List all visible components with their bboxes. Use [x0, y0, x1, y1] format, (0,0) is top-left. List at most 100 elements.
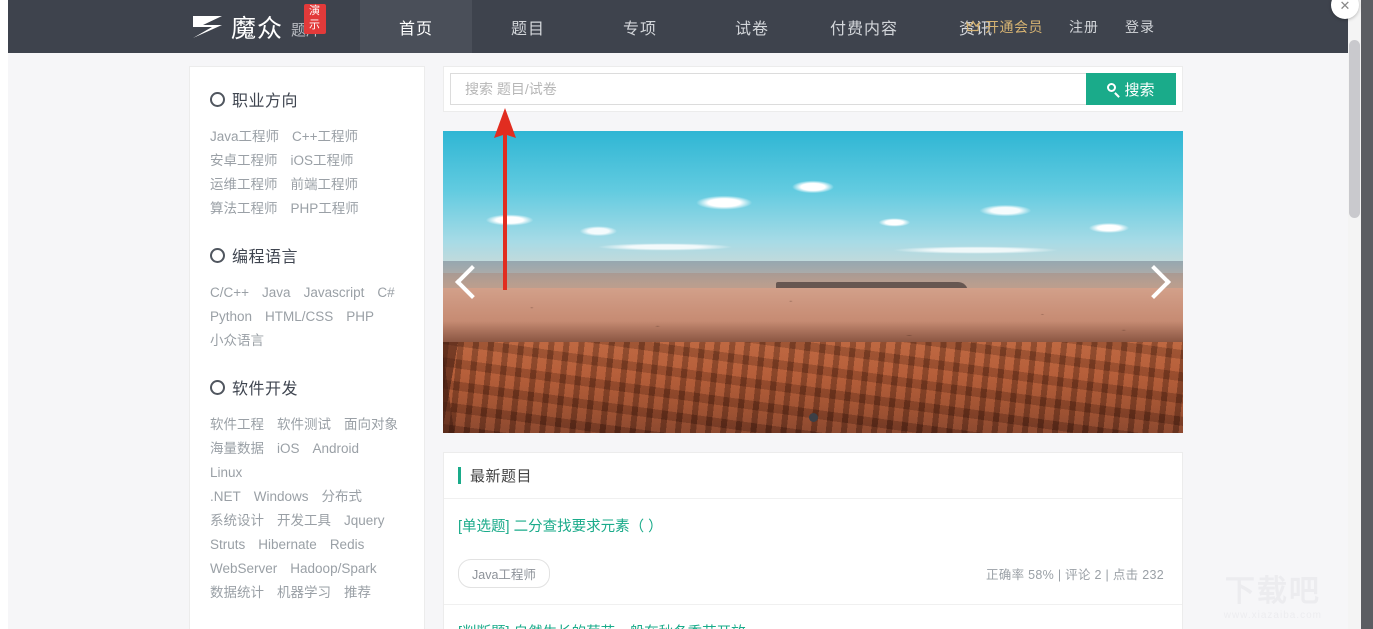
register-link[interactable]: 注册	[1069, 17, 1099, 37]
sidebar-tag[interactable]: Hadoop/Spark	[290, 557, 376, 581]
question-link[interactable]: [判断题] 自然生长的菊花一般在秋冬季节开放。	[458, 623, 1164, 629]
question-type-badge: [单选题]	[458, 519, 510, 535]
nav-item-special[interactable]: 专项	[584, 0, 696, 53]
search-button[interactable]: 搜索	[1086, 73, 1176, 105]
sidebar-tag[interactable]: 海量数据	[210, 437, 264, 461]
sidebar-tag[interactable]: .NET	[210, 485, 241, 509]
panel-title: 最新题目	[470, 465, 532, 486]
tag-row: 海量数据 iOS Android Linux	[210, 437, 404, 485]
sidebar-tag[interactable]: iOS	[277, 437, 300, 461]
tag-row: WebServer Hadoop/Spark	[210, 557, 404, 581]
sidebar-tag[interactable]: 机器学习	[277, 581, 331, 605]
brand-logo[interactable]: 魔众 题库 演示	[191, 0, 321, 53]
question-stats: 正确率 58% | 评论 2 | 点击 232	[986, 564, 1164, 583]
tag-row: Struts Hibernate Redis	[210, 533, 404, 557]
tag-row: .NET Windows 分布式	[210, 485, 404, 509]
top-navigation-bar: 魔众 题库 演示 首页 题目 专项 试卷 付费内容 资讯	[8, 0, 1365, 53]
sidebar-tag[interactable]: C/C++	[210, 281, 249, 305]
tag-row: 小众语言	[210, 329, 404, 353]
sidebar-tag[interactable]: HTML/CSS	[265, 305, 333, 329]
nav-item-questions[interactable]: 题目	[472, 0, 584, 53]
sidebar-tag[interactable]: 小众语言	[210, 329, 264, 353]
sidebar-tag[interactable]: 面向对象	[344, 413, 398, 437]
sidebar-tag[interactable]: Jquery	[344, 509, 385, 533]
browser-viewport: 魔众 题库 演示 首页 题目 专项 试卷 付费内容 资讯	[0, 0, 1373, 629]
open-membership-button[interactable]: 开通会员	[966, 17, 1043, 37]
window-right-edge	[1361, 0, 1373, 629]
sidebar-tag[interactable]: WebServer	[210, 557, 277, 581]
search-input[interactable]	[450, 73, 1086, 105]
tag-row: Python HTML/CSS PHP	[210, 305, 404, 329]
watermark: 下载吧 www.xiazaiba.com	[1224, 577, 1322, 621]
sidebar-tag[interactable]: C++工程师	[292, 125, 358, 149]
sidebar-tag[interactable]: 推荐	[344, 581, 371, 605]
question-list-item: [单选题] 二分查找要求元素（ ） Java工程师 正确率 58% | 评论 2…	[444, 499, 1182, 605]
carousel-clouds	[443, 179, 1183, 258]
sidebar-tag[interactable]: 数据统计	[210, 581, 264, 605]
question-meta: Java工程师 正确率 58% | 评论 2 | 点击 232	[458, 559, 1164, 588]
login-link[interactable]: 登录	[1125, 17, 1155, 37]
question-tag[interactable]: Java工程师	[458, 559, 550, 588]
sidebar-tag[interactable]: 前端工程师	[291, 173, 359, 197]
brand-name: 魔众	[231, 9, 283, 45]
nav-item-home[interactable]: 首页	[360, 0, 472, 53]
nav-right-actions: 开通会员 注册 登录	[966, 0, 1155, 53]
logo-icon	[191, 14, 225, 40]
sidebar-section-software-dev: 软件开发	[210, 375, 404, 399]
sidebar-tag[interactable]: Java工程师	[210, 125, 279, 149]
tag-row: C/C++ Java Javascript C#	[210, 281, 404, 305]
sidebar-tag[interactable]: Java	[262, 281, 291, 305]
open-membership-label: 开通会员	[985, 17, 1043, 37]
tag-row: 软件工程 软件测试 面向对象	[210, 413, 404, 437]
watermark-url: www.xiazaiba.com	[1224, 610, 1322, 621]
carousel-next-button[interactable]	[1137, 256, 1171, 308]
window-left-edge	[0, 0, 8, 629]
search-button-label: 搜索	[1124, 79, 1154, 100]
question-link[interactable]: [单选题] 二分查找要求元素（ ）	[458, 517, 1164, 539]
sidebar-tag[interactable]: PHP	[346, 305, 374, 329]
sidebar-tag[interactable]: 算法工程师	[210, 197, 278, 221]
page-content: 职业方向 Java工程师 C++工程师 安卓工程师 iOS工程师 运维工程师 前…	[8, 53, 1340, 629]
sidebar-tag[interactable]: C#	[377, 281, 394, 305]
search-bar: 搜索	[443, 66, 1183, 112]
sidebar-tag[interactable]: iOS工程师	[291, 149, 354, 173]
nav-item-paid-content[interactable]: 付费内容	[808, 0, 920, 53]
carousel-dot[interactable]	[809, 413, 818, 422]
sidebar-tag[interactable]: 开发工具	[277, 509, 331, 533]
sidebar-tag[interactable]: Android	[313, 437, 360, 461]
sidebar-tag[interactable]: 系统设计	[210, 509, 264, 533]
question-list-item: [判断题] 自然生长的菊花一般在秋冬季节开放。	[444, 605, 1182, 629]
hero-carousel[interactable]	[443, 131, 1183, 433]
sidebar-tag[interactable]: Python	[210, 305, 252, 329]
circle-icon	[210, 380, 225, 395]
tag-row: 运维工程师 前端工程师	[210, 173, 404, 197]
sidebar-tag[interactable]: Windows	[254, 485, 309, 509]
sidebar-tag[interactable]: Struts	[210, 533, 245, 557]
nav-item-papers[interactable]: 试卷	[696, 0, 808, 53]
tag-row: 安卓工程师 iOS工程师	[210, 149, 404, 173]
sidebar-tag[interactable]: Redis	[330, 533, 365, 557]
nav-menu: 首页 题目 专项 试卷 付费内容 资讯	[360, 0, 1032, 53]
sidebar-tag[interactable]: Javascript	[304, 281, 365, 305]
sidebar-tag[interactable]: 安卓工程师	[210, 149, 278, 173]
crown-icon	[966, 20, 980, 34]
tag-row: 系统设计 开发工具 Jquery	[210, 509, 404, 533]
sidebar-tag[interactable]: 软件测试	[277, 413, 331, 437]
panel-header: 最新题目	[444, 453, 1182, 499]
scrollbar-thumb[interactable]	[1349, 40, 1360, 218]
sidebar-tag[interactable]: Linux	[210, 461, 242, 485]
sidebar-section-title: 编程语言	[232, 243, 298, 267]
sidebar-tags-career: Java工程师 C++工程师 安卓工程师 iOS工程师 运维工程师 前端工程师 …	[210, 125, 404, 221]
circle-icon	[210, 92, 225, 107]
sidebar-tags-languages: C/C++ Java Javascript C# Python HTML/CSS…	[210, 281, 404, 353]
carousel-indicators	[443, 413, 1183, 422]
sidebar-tag[interactable]: Hibernate	[258, 533, 317, 557]
sidebar-tag[interactable]: PHP工程师	[291, 197, 359, 221]
carousel-prev-button[interactable]	[455, 256, 489, 308]
sidebar-section-title: 软件开发	[232, 375, 298, 399]
sidebar-tags-software-dev: 软件工程 软件测试 面向对象 海量数据 iOS Android Linux .N…	[210, 413, 404, 605]
sidebar-tag[interactable]: 软件工程	[210, 413, 264, 437]
circle-icon	[210, 248, 225, 263]
sidebar-tag[interactable]: 运维工程师	[210, 173, 278, 197]
sidebar-tag[interactable]: 分布式	[322, 485, 363, 509]
